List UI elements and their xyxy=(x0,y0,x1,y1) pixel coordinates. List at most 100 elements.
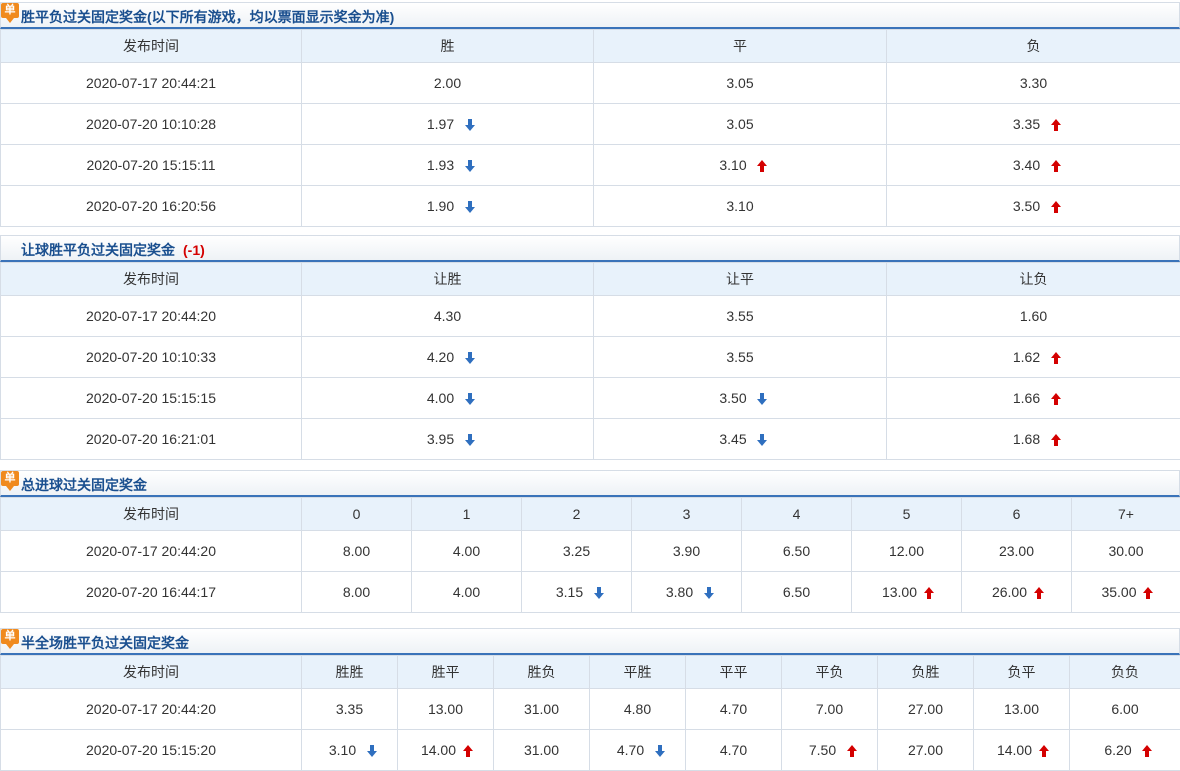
odds-value: 8.00 xyxy=(337,543,377,559)
handicap-value: (-1) xyxy=(183,242,205,258)
odds-cell: 4.70 xyxy=(686,730,782,771)
odds-value: 31.00 xyxy=(522,742,562,758)
odds-cell: 3.50 xyxy=(887,186,1180,227)
column-header: 胜平 xyxy=(398,656,494,689)
table-header-row: 发布时间胜平负 xyxy=(1,30,1180,63)
odds-cell: 3.45 xyxy=(594,419,887,460)
odds-value: 3.50 xyxy=(713,390,753,406)
column-header: 负胜 xyxy=(878,656,974,689)
odds-cell: 3.30 xyxy=(887,63,1180,104)
odds-cell: 1.68 xyxy=(887,419,1180,460)
publish-time: 2020-07-20 10:10:28 xyxy=(1,104,302,145)
section-win-draw-lose: 单 胜平负过关固定奖金(以下所有游戏，均以票面显示奖金为准) 发布时间胜平负20… xyxy=(0,2,1180,227)
odds-cell: 30.00 xyxy=(1072,531,1180,572)
odds-cell: 1.60 xyxy=(887,296,1180,337)
arrow-up-icon xyxy=(924,587,934,599)
odds-table: 发布时间01234567+2020-07-17 20:44:208.004.00… xyxy=(0,497,1180,613)
arrow-up-icon xyxy=(463,745,473,757)
odds-cell: 4.70 xyxy=(686,689,782,730)
odds-cell: 3.15 xyxy=(522,572,632,613)
table-row: 2020-07-20 15:15:203.1014.0031.004.704.7… xyxy=(1,730,1180,771)
section-header: 单 半全场胜平负过关固定奖金 xyxy=(0,628,1180,655)
odds-value: 13.00 xyxy=(880,584,920,600)
table-row: 2020-07-20 15:15:111.933.103.40 xyxy=(1,145,1180,186)
odds-cell: 35.00 xyxy=(1072,572,1180,613)
odds-table: 发布时间胜胜胜平胜负平胜平平平负负胜负平负负2020-07-17 20:44:2… xyxy=(0,655,1180,771)
column-header-time: 发布时间 xyxy=(1,498,302,531)
odds-cell: 31.00 xyxy=(494,689,590,730)
section-header: 单 总进球过关固定奖金 xyxy=(0,470,1180,497)
arrow-up-icon xyxy=(1051,434,1061,446)
section-title: 半全场胜平负过关固定奖金 xyxy=(21,633,189,653)
odds-cell: 4.30 xyxy=(302,296,594,337)
odds-cell: 23.00 xyxy=(962,531,1072,572)
odds-value: 4.30 xyxy=(428,308,468,324)
odds-cell: 13.00 xyxy=(398,689,494,730)
odds-value: 27.00 xyxy=(906,742,946,758)
arrow-up-icon xyxy=(757,160,767,172)
odds-table: 发布时间胜平负2020-07-17 20:44:212.003.053.3020… xyxy=(0,29,1180,227)
single-badge-icon: 单 xyxy=(1,471,19,491)
odds-value: 30.00 xyxy=(1106,543,1146,559)
odds-value: 4.70 xyxy=(714,742,754,758)
odds-cell: 1.66 xyxy=(887,378,1180,419)
odds-value: 3.30 xyxy=(1014,75,1054,91)
odds-cell: 26.00 xyxy=(962,572,1072,613)
column-header: 让负 xyxy=(887,263,1180,296)
publish-time: 2020-07-17 20:44:20 xyxy=(1,689,302,730)
odds-value: 3.35 xyxy=(330,701,370,717)
odds-cell: 3.80 xyxy=(632,572,742,613)
odds-value: 26.00 xyxy=(990,584,1030,600)
column-header-time: 发布时间 xyxy=(1,263,302,296)
odds-cell: 3.05 xyxy=(594,104,887,145)
column-header: 3 xyxy=(632,498,742,531)
odds-cell: 3.25 xyxy=(522,531,632,572)
odds-value: 4.80 xyxy=(618,701,658,717)
odds-cell: 31.00 xyxy=(494,730,590,771)
odds-cell: 6.50 xyxy=(742,572,852,613)
odds-cell: 8.00 xyxy=(302,572,412,613)
arrow-up-icon xyxy=(1051,160,1061,172)
arrow-down-icon xyxy=(655,745,665,757)
arrow-down-icon xyxy=(465,160,475,172)
table-row: 2020-07-20 16:44:178.004.003.153.806.501… xyxy=(1,572,1180,613)
odds-cell: 1.62 xyxy=(887,337,1180,378)
odds-value: 6.00 xyxy=(1105,701,1145,717)
odds-value: 3.55 xyxy=(720,349,760,365)
arrow-down-icon xyxy=(465,119,475,131)
odds-cell: 3.50 xyxy=(594,378,887,419)
odds-value: 14.00 xyxy=(419,742,459,758)
odds-cell: 27.00 xyxy=(878,689,974,730)
table-row: 2020-07-20 10:10:281.973.05 3.35 xyxy=(1,104,1180,145)
odds-cell: 3.35 xyxy=(887,104,1180,145)
odds-value: 3.35 xyxy=(1007,116,1047,132)
odds-cell: 6.00 xyxy=(1070,689,1180,730)
arrow-down-icon xyxy=(757,393,767,405)
odds-cell: 12.00 xyxy=(852,531,962,572)
odds-cell: 4.00 xyxy=(302,378,594,419)
odds-value: 7.00 xyxy=(810,701,850,717)
section-title: 胜平负过关固定奖金(以下所有游戏，均以票面显示奖金为准) xyxy=(21,7,394,27)
odds-cell: 4.00 xyxy=(412,572,522,613)
odds-value: 3.50 xyxy=(1007,198,1047,214)
arrow-up-icon xyxy=(1051,201,1061,213)
arrow-up-icon xyxy=(1034,587,1044,599)
publish-time: 2020-07-20 16:20:56 xyxy=(1,186,302,227)
odds-value: 2.00 xyxy=(428,75,468,91)
table-row: 2020-07-17 20:44:204.303.551.60 xyxy=(1,296,1180,337)
section-title: 让球胜平负过关固定奖金(-1) xyxy=(21,240,205,260)
table-row: 2020-07-20 16:20:561.903.103.50 xyxy=(1,186,1180,227)
odds-value: 3.40 xyxy=(1007,157,1047,173)
odds-value: 1.60 xyxy=(1014,308,1054,324)
table-row: 2020-07-17 20:44:208.004.003.253.906.501… xyxy=(1,531,1180,572)
odds-value: 3.80 xyxy=(660,584,700,600)
arrow-down-icon xyxy=(465,201,475,213)
odds-value: 14.00 xyxy=(995,742,1035,758)
odds-cell: 27.00 xyxy=(878,730,974,771)
column-header: 2 xyxy=(522,498,632,531)
odds-cell: 1.97 xyxy=(302,104,594,145)
odds-table: 发布时间让胜让平让负2020-07-17 20:44:204.303.551.6… xyxy=(0,262,1180,460)
publish-time: 2020-07-17 20:44:20 xyxy=(1,531,302,572)
odds-value: 1.90 xyxy=(421,198,461,214)
arrow-down-icon xyxy=(465,434,475,446)
